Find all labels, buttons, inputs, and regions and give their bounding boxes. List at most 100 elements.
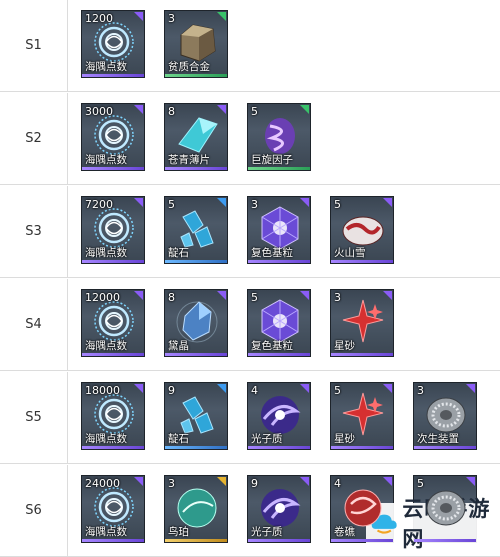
rarity-bar: [248, 353, 310, 356]
rarity-corner: [300, 384, 309, 393]
item-name: 靛石: [168, 433, 189, 445]
item-count: 3: [168, 477, 175, 490]
rarity-corner: [134, 477, 143, 486]
rarity-corner: [217, 12, 226, 21]
item-name: 光子质: [251, 526, 283, 538]
tier-label: S6: [0, 465, 68, 556]
rarity-corner: [217, 105, 226, 114]
item-count: 12000: [85, 291, 120, 304]
item-name: 星砂: [334, 433, 355, 445]
rarity-bar: [248, 260, 310, 263]
tier-row: S4 12000 海隅点数 8 黛晶 5 复色基粒 3 星砂: [0, 279, 500, 371]
rarity-corner: [134, 384, 143, 393]
tier-row: S5 18000 海隅点数 9 靛石 4 光子质 5 星砂 3 次生装置: [0, 372, 500, 464]
rarity-corner: [383, 291, 392, 300]
tier-row: S3 7200 海隅点数 5 靛石 3 复色基粒 5 火山雪: [0, 186, 500, 278]
item-name: 星砂: [334, 340, 355, 352]
reward-item[interactable]: 8 黛晶: [164, 289, 228, 357]
item-count: 7200: [85, 198, 113, 211]
item-count: 3: [417, 384, 424, 397]
item-name: 贫质合金: [168, 61, 210, 73]
item-count: 24000: [85, 477, 120, 490]
rarity-bar: [414, 539, 476, 542]
reward-item[interactable]: 3 鸟珀: [164, 475, 228, 543]
rarity-corner: [383, 477, 392, 486]
rarity-bar: [82, 74, 144, 77]
reward-item[interactable]: 3 星砂: [330, 289, 394, 357]
reward-item[interactable]: 5 火山雪: [330, 196, 394, 264]
item-name: 火山雪: [334, 247, 366, 259]
rarity-bar: [82, 260, 144, 263]
item-count: 4: [251, 384, 258, 397]
item-name: 次生装置: [417, 433, 459, 445]
rarity-corner: [383, 384, 392, 393]
item-name: 黛晶: [168, 340, 189, 352]
item-name: 巨旋因子: [251, 154, 293, 166]
reward-item[interactable]: 5 靛石: [164, 196, 228, 264]
item-count: 1200: [85, 12, 113, 25]
reward-item[interactable]: 1200 海隅点数: [81, 10, 145, 78]
rarity-corner: [300, 291, 309, 300]
rarity-corner: [134, 198, 143, 207]
rarity-bar: [165, 353, 227, 356]
rarity-bar: [165, 74, 227, 77]
reward-item[interactable]: 9 靛石: [164, 382, 228, 450]
reward-item[interactable]: 7200 海隅点数: [81, 196, 145, 264]
rarity-corner: [134, 12, 143, 21]
rarity-corner: [383, 198, 392, 207]
tier-label: S3: [0, 186, 68, 277]
item-name: 卷礁: [334, 526, 355, 538]
reward-item[interactable]: 4 光子质: [247, 382, 311, 450]
item-count: 5: [417, 477, 424, 490]
rarity-corner: [134, 291, 143, 300]
item-count: 18000: [85, 384, 120, 397]
tier-label: S1: [0, 0, 68, 91]
rarity-bar: [165, 446, 227, 449]
item-count: 9: [168, 384, 175, 397]
rarity-bar: [82, 353, 144, 356]
reward-item[interactable]: 3 贫质合金: [164, 10, 228, 78]
reward-item[interactable]: 12000 海隅点数: [81, 289, 145, 357]
rarity-bar: [331, 353, 393, 356]
reward-item[interactable]: 18000 海隅点数: [81, 382, 145, 450]
reward-item[interactable]: 3 次生装置: [413, 382, 477, 450]
rarity-corner: [300, 198, 309, 207]
rarity-bar: [82, 446, 144, 449]
rarity-corner: [217, 291, 226, 300]
item-name: 海隅点数: [85, 340, 127, 352]
reward-item[interactable]: 9 光子质: [247, 475, 311, 543]
rarity-corner: [217, 198, 226, 207]
item-name: 海隅点数: [85, 154, 127, 166]
item-count: 9: [251, 477, 258, 490]
rarity-corner: [217, 384, 226, 393]
tier-row: S2 3000 海隅点数 8 苍青薄片 5 巨旋因子: [0, 93, 500, 185]
reward-item[interactable]: 8 苍青薄片: [164, 103, 228, 171]
item-count: 5: [251, 291, 258, 304]
item-count: 8: [168, 105, 175, 118]
item-name: 鸟珀: [168, 526, 189, 538]
item-count: 3: [168, 12, 175, 25]
reward-item[interactable]: 24000 海隅点数: [81, 475, 145, 543]
rarity-bar: [248, 446, 310, 449]
item-count: 8: [168, 291, 175, 304]
item-count: 4: [334, 477, 341, 490]
item-count: 5: [334, 198, 341, 211]
item-count: 5: [168, 198, 175, 211]
item-name: 光子质: [251, 433, 283, 445]
reward-item[interactable]: 5 巨旋因子: [247, 103, 311, 171]
reward-item[interactable]: 5 星砂: [330, 382, 394, 450]
rarity-bar: [248, 539, 310, 542]
reward-item[interactable]: 3000 海隅点数: [81, 103, 145, 171]
item-name: 海隅点数: [85, 247, 127, 259]
reward-item[interactable]: 5 复色基粒: [247, 289, 311, 357]
reward-item[interactable]: 3 复色基粒: [247, 196, 311, 264]
rarity-bar: [82, 539, 144, 542]
secondary-device-icon: [426, 490, 466, 526]
rarity-corner: [466, 384, 475, 393]
rarity-corner: [300, 105, 309, 114]
tier-label: S2: [0, 93, 68, 184]
rarity-corner: [134, 105, 143, 114]
item-name: 复色基粒: [251, 340, 293, 352]
rarity-corner: [300, 477, 309, 486]
item-name: 海隅点数: [85, 61, 127, 73]
